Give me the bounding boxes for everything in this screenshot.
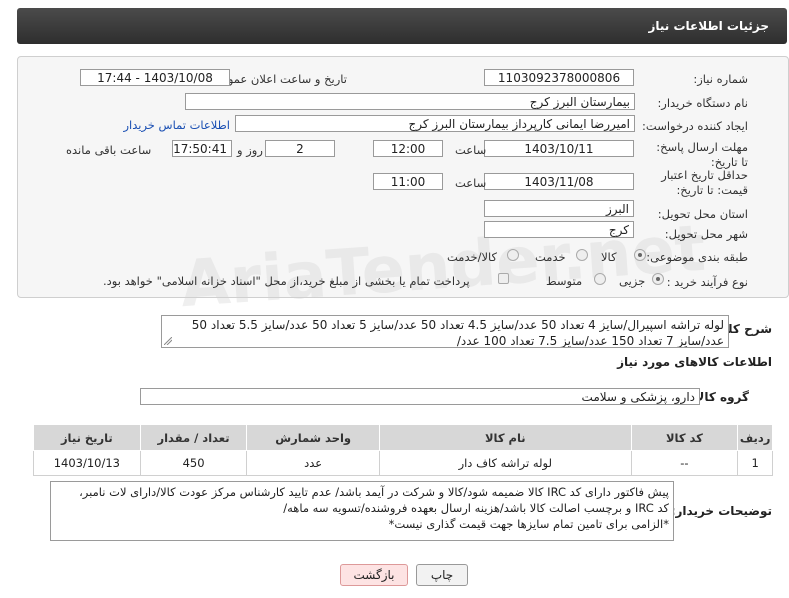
buyer-notes-textarea[interactable]: پیش فاکتور دارای کد IRC کالا ضمیمه شود/ک… [50,481,674,541]
buyer-notes-label: توضیحات خریدار: [670,504,772,518]
category-goods-label: کالا [601,250,617,264]
description-line-1: لوله تراشه اسپیرال/سایز 4 تعداد 50 عدد/س… [191,318,724,332]
remaining-label: ساعت باقی مانده [66,143,152,157]
province-label: استان محل تحویل: [657,207,748,221]
process-medium-label: متوسط [546,274,583,288]
col-unit: واحد شمارش [246,424,380,451]
cell-unit: عدد [246,450,380,476]
need-number-field[interactable]: 1103092378000806 [484,69,634,86]
cell-row-number: 1 [737,450,773,476]
goods-group-field[interactable]: دارو، پزشکی و سلامت [140,388,700,405]
goods-table-header: ردیف کد کالا نام کالا واحد شمارش تعداد /… [33,424,773,451]
province-field[interactable]: البرز [484,200,634,217]
col-need-date: تاریخ نیاز [33,424,141,451]
buyer-notes-line-3: *الزامی برای تامین تمام سایزها جهت قیمت … [388,517,669,531]
deadline-label: مهلت ارسال پاسخ: تا تاریخ: [656,140,748,169]
city-label: شهر محل تحویل: [664,227,748,241]
goods-table: ردیف کد کالا نام کالا واحد شمارش تعداد /… [33,424,773,476]
deadline-date-field[interactable]: 1403/10/11 [484,140,634,157]
validity-time-field[interactable]: 11:00 [373,173,443,190]
category-service-radio[interactable] [576,249,588,261]
contact-info-link[interactable]: اطلاعات تماس خریدار [123,118,230,132]
cell-quantity: 450 [139,450,248,476]
deadline-time-field[interactable]: 12:00 [373,140,443,157]
cell-goods-code: -- [630,450,739,476]
page-title: جزئیات اطلاعات نیاز [648,19,769,33]
description-textarea[interactable]: لوله تراشه اسپیرال/سایز 4 تعداد 50 عدد/س… [161,315,729,348]
buyer-notes-line-2: کد IRC و برچسب اصالت کالا باشد/هزینه ارس… [283,501,669,515]
city-field[interactable]: کرج [484,221,634,238]
days-label: روز و [237,143,263,157]
category-label: طبقه بندی موضوعی: [646,250,748,264]
process-minor-label: جزیی [619,274,646,288]
process-medium-radio[interactable] [594,273,606,285]
buyer-label: نام دستگاه خریدار: [657,96,748,110]
col-goods-code: کد کالا [630,424,739,451]
resize-handle-icon[interactable] [164,337,172,345]
cell-goods-name: لوله تراشه کاف دار [378,450,632,476]
back-button[interactable]: بازگشت [340,564,408,586]
buyer-field[interactable]: بیمارستان البرز کرج [185,93,635,110]
col-goods-name: نام کالا [378,424,632,451]
category-service-label: خدمت [535,250,566,264]
treasury-payment-checkbox[interactable] [498,273,509,284]
table-row[interactable]: 1 -- لوله تراشه کاف دار عدد 450 1403/10/… [33,450,773,476]
creator-label: ایجاد کننده درخواست: [642,119,748,133]
process-label: نوع فرآیند خرید : [666,275,748,289]
remaining-time-field[interactable]: 17:50:41 [172,140,232,157]
validity-date-field[interactable]: 1403/11/08 [484,173,634,190]
col-row-number: ردیف [737,424,773,451]
print-button[interactable]: چاپ [416,564,468,586]
treasury-payment-note: پرداخت تمام یا بخشی از مبلغ خرید،از محل … [103,274,470,288]
page-header: جزئیات اطلاعات نیاز [17,8,787,44]
days-field[interactable]: 2 [265,140,335,157]
category-goods-radio[interactable] [634,249,646,261]
goods-section-title: اطلاعات کالاهای مورد نیاز [617,355,772,369]
description-line-2: عدد/سایز 7 تعداد 150 عدد/سایز 7.5 تعداد … [456,334,724,348]
validity-label: حداقل تاریخ اعتبار قیمت: تا تاریخ: [661,168,748,197]
buyer-notes-line-1: پیش فاکتور دارای کد IRC کالا ضمیمه شود/ک… [79,485,669,499]
creator-field[interactable]: امیررضا ایمانی کارپرداز بیمارستان البرز … [235,115,635,132]
need-number-label: شماره نیاز: [693,72,748,86]
cell-need-date: 1403/10/13 [33,450,141,476]
announce-field[interactable]: 1403/10/08 - 17:44 [80,69,230,86]
validity-time-label: ساعت [455,176,487,190]
process-minor-radio[interactable] [652,273,664,285]
deadline-time-label: ساعت [455,143,487,157]
category-both-label: کالا/خدمت [447,250,498,264]
col-quantity: تعداد / مقدار [139,424,248,451]
category-both-radio[interactable] [507,249,519,261]
